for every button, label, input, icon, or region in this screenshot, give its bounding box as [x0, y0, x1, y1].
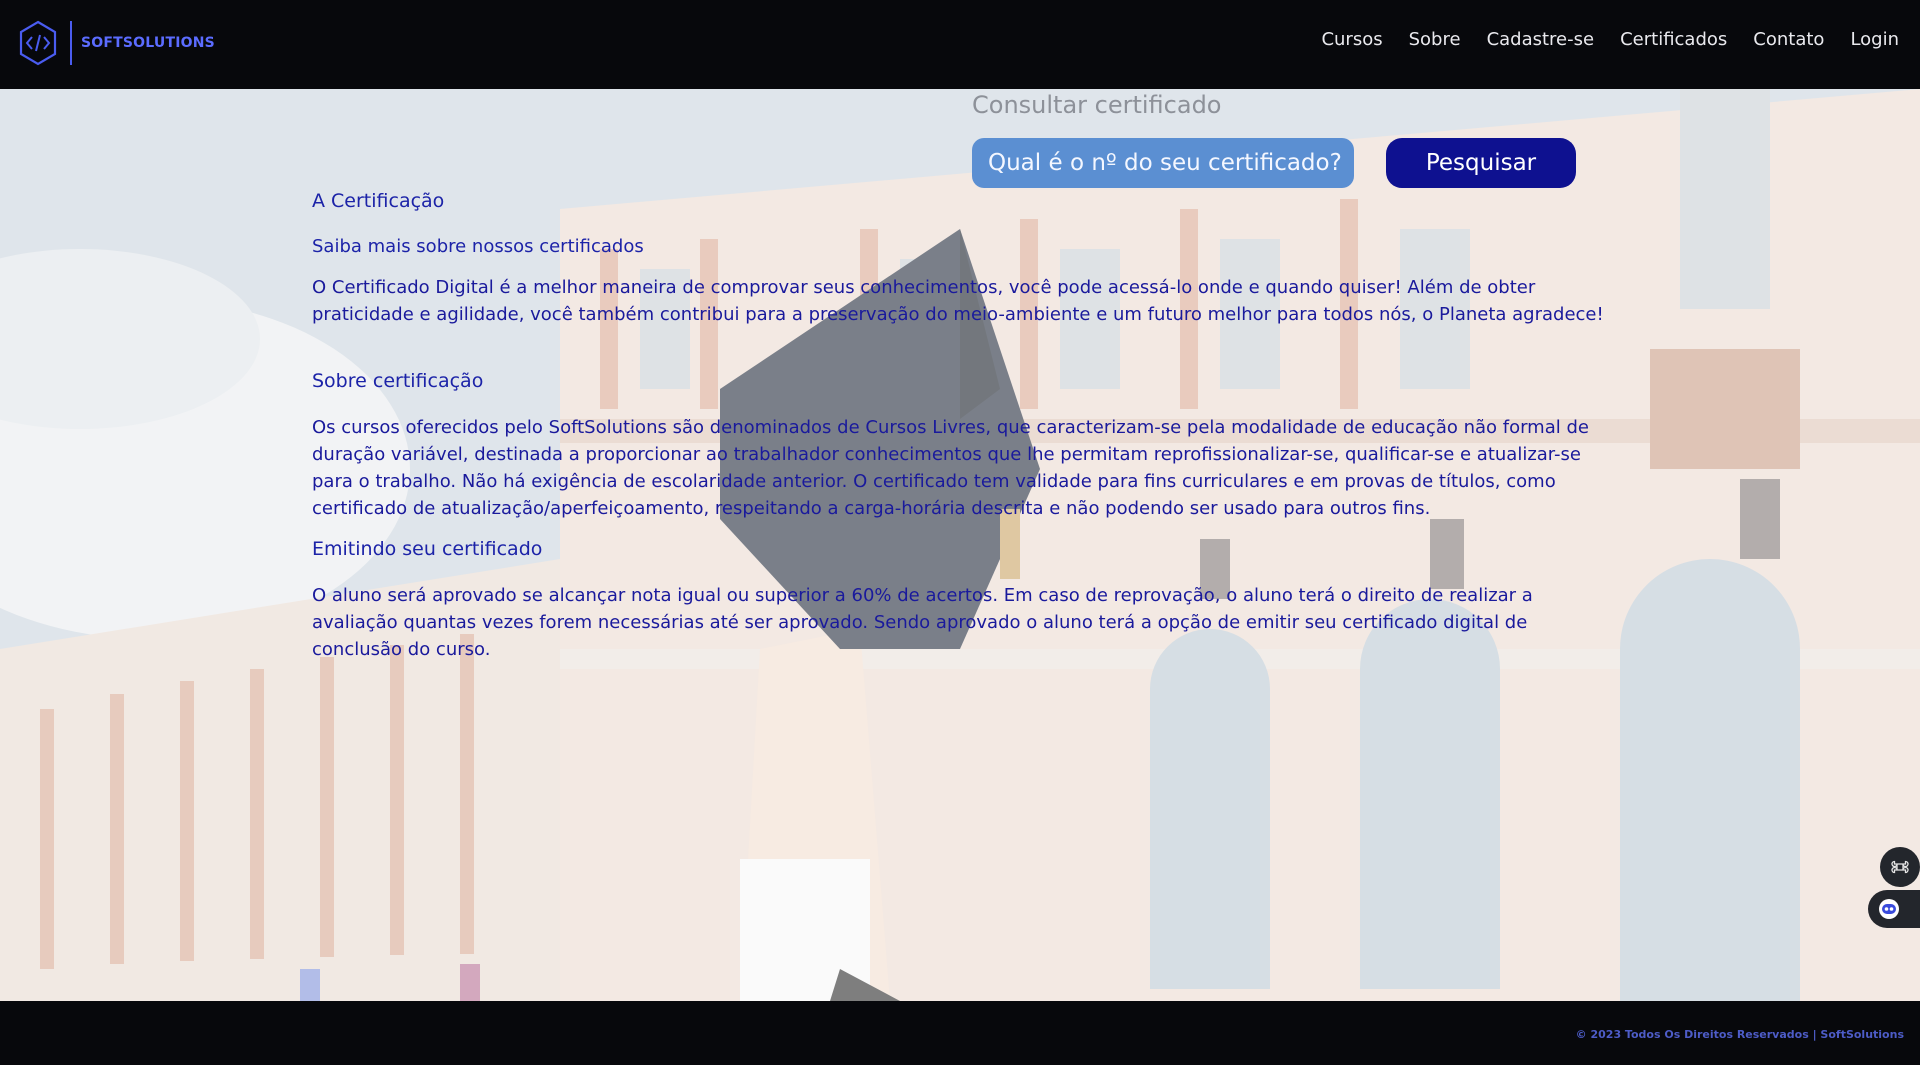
heading-saiba-mais: Saiba mais sobre nossos certificados [312, 236, 644, 257]
top-navbar: SOFTSOLUTIONS Cursos Sobre Cadastre-se C… [0, 0, 1920, 89]
shortcut-button[interactable] [1880, 847, 1920, 887]
logo-divider [70, 21, 72, 65]
nav-login[interactable]: Login [1850, 29, 1899, 50]
brand-logo[interactable]: SOFTSOLUTIONS [19, 20, 215, 66]
nav-contato[interactable]: Contato [1753, 29, 1824, 50]
command-icon [1891, 860, 1909, 874]
heading-sobre-certificacao: Sobre certificação [312, 370, 484, 392]
assistant-button[interactable] [1868, 890, 1920, 928]
copyright-text: © 2023 Todos Os Direitos Reservados | So… [1575, 1028, 1904, 1041]
brand-name: SOFTSOLUTIONS [81, 35, 215, 51]
nav-sobre[interactable]: Sobre [1409, 29, 1461, 50]
heading-emitindo: Emitindo seu certificado [312, 538, 543, 560]
paragraph-aprovacao: O aluno será aprovado se alcançar nota i… [312, 585, 1533, 660]
search-button[interactable]: Pesquisar [1386, 138, 1576, 188]
certificate-number-input[interactable] [972, 138, 1354, 188]
hero-section: Consultar certificado Pesquisar A Certif… [0, 89, 1920, 1001]
paragraph-cursos-livres: Os cursos oferecidos pelo SoftSolutions … [312, 417, 1589, 519]
hero-overlay [0, 89, 1920, 1001]
main-nav: Cursos Sobre Cadastre-se Certificados Co… [1321, 29, 1899, 50]
code-hexagon-icon [19, 20, 57, 66]
nav-certificados[interactable]: Certificados [1620, 29, 1727, 50]
heading-certificacao: A Certificação [312, 190, 445, 212]
assistant-face-icon [1879, 899, 1899, 919]
nav-cursos[interactable]: Cursos [1321, 29, 1382, 50]
nav-cadastre-se[interactable]: Cadastre-se [1487, 29, 1595, 50]
footer: © 2023 Todos Os Direitos Reservados | So… [0, 1001, 1920, 1065]
paragraph-certificado-digital: O Certificado Digital é a melhor maneira… [312, 277, 1604, 325]
consult-title: Consultar certificado [972, 91, 1222, 119]
